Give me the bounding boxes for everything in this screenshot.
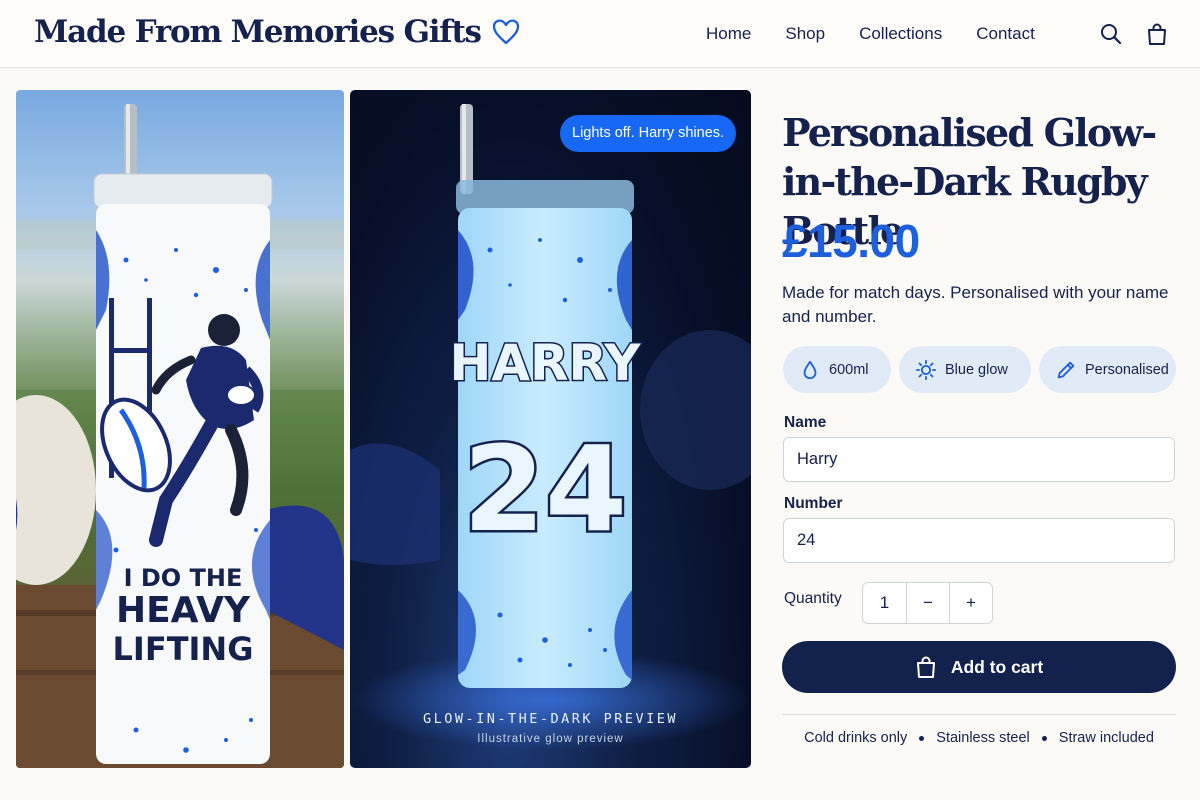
feature-list: Cold drinks only Stainless steel Straw i… bbox=[782, 730, 1176, 746]
product-image-day[interactable]: I DO THE HEAVY LIFTING bbox=[16, 90, 344, 768]
glow-caption-title: GLOW-IN-THE-DARK PREVIEW bbox=[422, 711, 679, 727]
number-input[interactable] bbox=[783, 518, 1175, 563]
chip-capacity-label: 600ml bbox=[829, 361, 869, 378]
tumbler-print-line-3: LIFTING bbox=[113, 630, 254, 668]
search-icon[interactable] bbox=[1099, 22, 1123, 46]
glow-badge: Lights off. Harry shines. bbox=[560, 115, 737, 152]
add-to-cart-label: Add to cart bbox=[950, 656, 1044, 677]
chip-personalised-label: Personalised bbox=[1085, 361, 1169, 378]
glow-caption-subtitle: Illustrative glow preview bbox=[477, 733, 624, 745]
nav-home[interactable]: Home bbox=[706, 24, 751, 44]
number-label: Number bbox=[784, 495, 843, 512]
nav-shop[interactable]: Shop bbox=[785, 24, 825, 44]
product-image-glow[interactable]: HARRY 24 Lights off. Harry shines. GLOW-… bbox=[350, 90, 751, 768]
pencil-icon bbox=[1057, 361, 1075, 378]
chip-glow: Blue glow bbox=[899, 346, 1031, 393]
feature-item: Stainless steel bbox=[936, 730, 1030, 746]
divider bbox=[782, 714, 1176, 715]
shopping-bag-icon bbox=[916, 656, 935, 678]
product-description: Made for match days. Personalised with y… bbox=[782, 283, 1169, 326]
quantity-increase-button[interactable]: + bbox=[949, 583, 992, 623]
glow-number-text: 24 bbox=[463, 420, 627, 558]
tumbler-print-line-1: I DO THE bbox=[124, 564, 243, 592]
name-input[interactable] bbox=[783, 437, 1175, 482]
glow-name-text: HARRY bbox=[449, 334, 641, 392]
feature-item: Straw included bbox=[1058, 730, 1154, 746]
droplet-icon bbox=[803, 360, 817, 379]
chip-glow-label: Blue glow bbox=[945, 361, 1008, 378]
sun-icon bbox=[915, 359, 937, 380]
add-to-cart-button[interactable]: Add to cart bbox=[782, 641, 1176, 693]
name-label: Name bbox=[784, 414, 827, 431]
brand-logo[interactable]: Made From Memories Gifts bbox=[34, 14, 521, 50]
site-header: Made From Memories Gifts Home Shop Colle… bbox=[0, 0, 1200, 68]
quantity-label: Quantity bbox=[784, 590, 842, 607]
heart-icon bbox=[492, 19, 519, 45]
bullet-dot bbox=[1041, 735, 1047, 741]
chip-personalised: Personalised bbox=[1039, 346, 1176, 393]
quantity-decrease-button[interactable]: − bbox=[906, 583, 949, 623]
feature-item: Cold drinks only bbox=[804, 730, 908, 746]
shopping-bag-icon[interactable] bbox=[1145, 22, 1169, 46]
bullet-dot bbox=[919, 735, 925, 741]
brand-name: Made From Memories Gifts bbox=[34, 14, 482, 50]
quantity-stepper: 1 − + bbox=[862, 582, 993, 624]
main-nav: Home Shop Collections Contact bbox=[706, 24, 1069, 44]
nav-collections[interactable]: Collections bbox=[859, 24, 942, 44]
quantity-value[interactable]: 1 bbox=[863, 583, 906, 623]
product-price: £15.00 bbox=[782, 215, 920, 267]
tumbler-print-line-2: HEAVY bbox=[116, 590, 251, 631]
nav-contact[interactable]: Contact bbox=[976, 24, 1035, 44]
chip-capacity: 600ml bbox=[783, 346, 891, 393]
tumbler-photo: I DO THE HEAVY LIFTING bbox=[16, 104, 344, 768]
glow-tumbler-photo: HARRY 24 bbox=[350, 104, 751, 750]
